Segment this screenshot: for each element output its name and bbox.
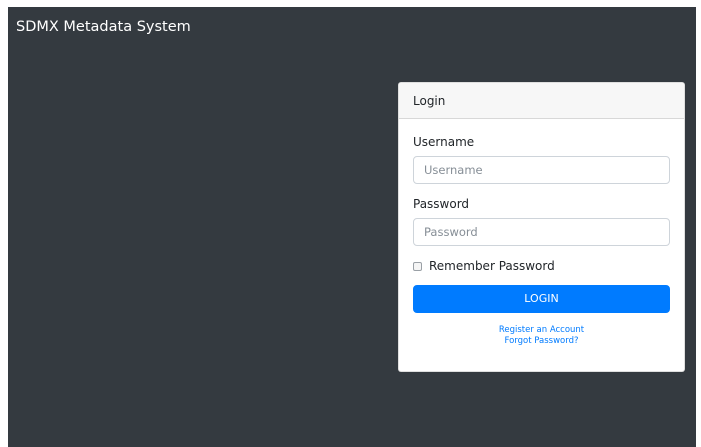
login-button[interactable]: LOGIN — [413, 285, 670, 313]
username-input[interactable] — [413, 156, 670, 184]
remember-password-label[interactable]: Remember Password — [429, 259, 555, 273]
register-account-link[interactable]: Register an Account — [399, 325, 684, 336]
remember-password-checkbox[interactable] — [413, 261, 422, 271]
login-card: Login Username Password Remember Passwor… — [398, 82, 685, 372]
remember-password-row[interactable]: Remember Password — [413, 259, 555, 273]
app-frame: SDMX Metadata System Login Username Pass… — [8, 7, 696, 447]
username-label: Username — [413, 135, 475, 149]
password-input[interactable] — [413, 218, 670, 246]
account-links: Register an Account Forgot Password? — [399, 325, 684, 347]
login-card-header: Login — [399, 83, 684, 119]
forgot-password-link[interactable]: Forgot Password? — [399, 336, 684, 347]
password-label: Password — [413, 197, 470, 211]
app-title: SDMX Metadata System — [16, 19, 191, 35]
